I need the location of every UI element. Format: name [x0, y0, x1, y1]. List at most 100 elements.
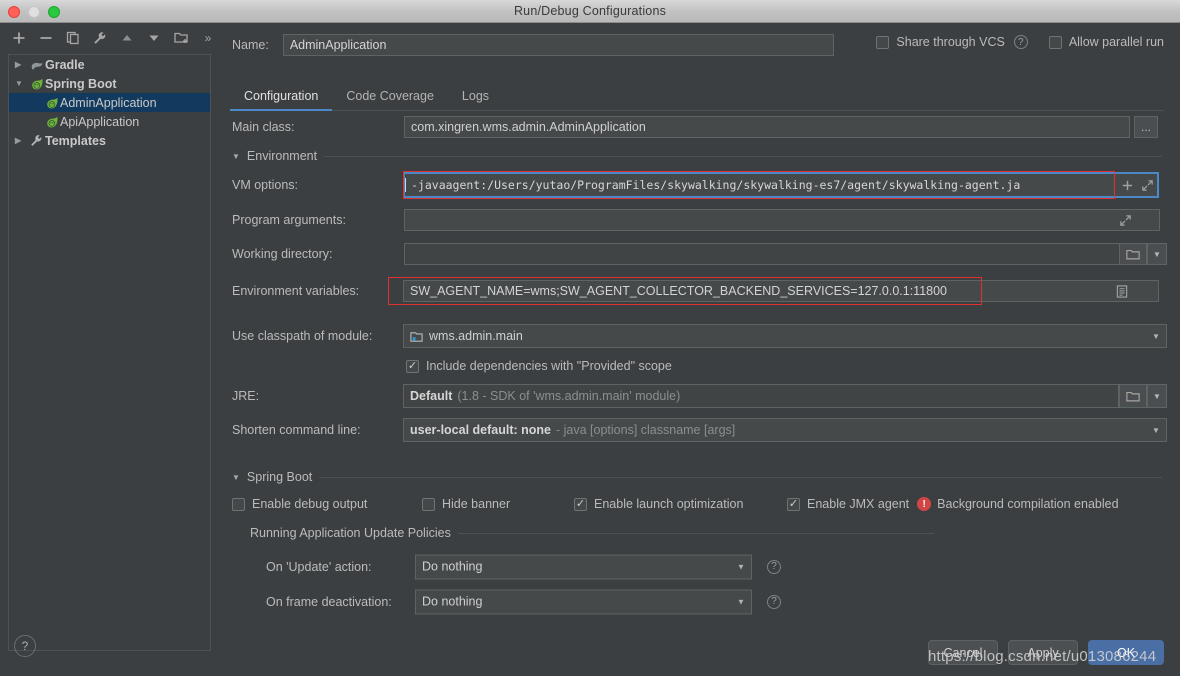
tree-item-label: Gradle: [45, 57, 85, 72]
configuration-form: Main class: com.xingren.wms.admin.AdminA…: [214, 111, 1180, 619]
chevron-down-icon[interactable]: ▼: [731, 555, 751, 578]
include-provided-label: Include dependencies with "Provided" sco…: [426, 359, 672, 373]
share-vcs-help-icon[interactable]: ?: [1013, 35, 1028, 49]
on-update-action-help-icon[interactable]: ?: [767, 559, 781, 574]
checkbox-box[interactable]: [1048, 35, 1062, 49]
wrench-icon[interactable]: [93, 30, 107, 46]
main-class-row: Main class: com.xingren.wms.admin.AdminA…: [214, 111, 1180, 143]
spring-boot-section-header[interactable]: ▼ Spring Boot: [232, 466, 1162, 488]
checkbox-box[interactable]: [406, 359, 419, 373]
on-frame-deactivation-help-icon[interactable]: ?: [767, 594, 781, 609]
editor-tabs: Configuration Code Coverage Logs: [230, 83, 1164, 111]
working-directory-dropdown-button[interactable]: ▼: [1147, 243, 1167, 265]
tree-item-label: Spring Boot: [45, 76, 117, 91]
main-class-browse-button[interactable]: ...: [1134, 116, 1158, 138]
tab-configuration[interactable]: Configuration: [230, 89, 333, 111]
edit-env-vars-icon[interactable]: [1112, 281, 1132, 301]
move-up-icon[interactable]: [120, 30, 134, 46]
jre-combobox[interactable]: Default (1.8 - SDK of 'wms.admin.main' m…: [403, 384, 1119, 408]
module-icon: [410, 330, 423, 343]
jre-hint: (1.8 - SDK of 'wms.admin.main' module): [457, 389, 681, 403]
use-classpath-row: Use classpath of module: wms.admin.main …: [214, 319, 1180, 353]
move-down-icon[interactable]: [147, 30, 161, 46]
tree-item-apiapplication[interactable]: ApiApplication: [9, 112, 210, 131]
share-through-vcs-checkbox[interactable]: Share through VCS: [876, 35, 1005, 49]
shorten-command-line-combobox[interactable]: user-local default: none - java [options…: [403, 418, 1167, 442]
chevron-down-icon[interactable]: ▼: [1146, 325, 1166, 347]
use-classpath-combobox[interactable]: wms.admin.main ▼: [403, 324, 1167, 348]
enable-launch-optimization-label: Enable launch optimization: [594, 497, 744, 511]
maximize-window-button[interactable]: [48, 5, 60, 18]
program-arguments-row: Program arguments:: [214, 203, 1180, 237]
environment-section-header[interactable]: ▼ Environment: [232, 145, 1162, 167]
spring-boot-leaf-icon: [28, 77, 45, 91]
expand-editor-icon[interactable]: [1115, 210, 1135, 230]
shorten-command-line-row: Shorten command line: user-local default…: [214, 413, 1180, 447]
more-options-icon[interactable]: »: [202, 30, 214, 46]
tab-logs[interactable]: Logs: [448, 89, 503, 110]
chevron-right-icon[interactable]: ▶: [15, 60, 28, 69]
allow-parallel-run-checkbox[interactable]: Allow parallel run: [1048, 35, 1164, 49]
working-directory-input[interactable]: [404, 243, 1120, 265]
checkbox-box[interactable]: [422, 497, 435, 511]
environment-variables-value: SW_AGENT_NAME=wms;SW_AGENT_COLLECTOR_BAC…: [410, 284, 948, 298]
title-bar: Run/Debug Configurations: [0, 0, 1180, 23]
tree-item-gradle[interactable]: ▶ Gradle: [9, 55, 210, 74]
tab-code-coverage[interactable]: Code Coverage: [332, 89, 448, 110]
shorten-command-line-value: user-local default: none: [410, 423, 551, 437]
enable-debug-output-checkbox[interactable]: Enable debug output: [232, 497, 422, 511]
checkbox-box[interactable]: [787, 497, 800, 511]
chevron-down-icon[interactable]: ▼: [232, 473, 240, 482]
chevron-down-icon[interactable]: ▼: [1146, 419, 1166, 441]
enable-launch-optimization-checkbox[interactable]: Enable launch optimization: [574, 497, 787, 511]
main-class-input[interactable]: com.xingren.wms.admin.AdminApplication: [404, 116, 1130, 138]
environment-variables-label: Environment variables:: [232, 284, 360, 298]
chevron-down-icon[interactable]: ▼: [15, 79, 28, 88]
jre-label: JRE:: [232, 389, 260, 403]
tree-item-label: AdminApplication: [60, 95, 157, 110]
share-through-vcs-label: Share through VCS: [896, 35, 1005, 49]
update-policies-section-header: Running Application Update Policies: [250, 522, 934, 544]
on-update-action-row: On 'Update' action: Do nothing ▼ ?: [214, 549, 1180, 584]
tree-item-adminapplication[interactable]: AdminApplication: [9, 93, 210, 112]
tree-item-templates[interactable]: ▶ Templates: [9, 131, 210, 150]
configurations-tree[interactable]: ▶ Gradle ▼ Spring Boot AdminApplication …: [8, 54, 211, 651]
close-window-button[interactable]: [8, 5, 20, 18]
expand-editor-icon[interactable]: [1137, 175, 1157, 195]
chevron-right-icon[interactable]: ▶: [15, 136, 28, 145]
enable-jmx-agent-checkbox[interactable]: Enable JMX agent: [787, 497, 909, 511]
name-input[interactable]: AdminApplication: [282, 34, 834, 56]
chevron-down-icon[interactable]: ▼: [731, 590, 751, 613]
program-arguments-input[interactable]: [404, 209, 1160, 231]
checkbox-box[interactable]: [876, 35, 890, 49]
jre-browse-button[interactable]: [1119, 384, 1147, 408]
tree-item-label: Templates: [45, 133, 106, 148]
include-provided-row: Include dependencies with "Provided" sco…: [214, 353, 1180, 379]
vm-options-input[interactable]: -javaagent:/Users/yutao/ProgramFiles/sky…: [405, 178, 1117, 192]
environment-variables-input[interactable]: SW_AGENT_NAME=wms;SW_AGENT_COLLECTOR_BAC…: [403, 280, 1159, 302]
new-folder-icon[interactable]: [174, 30, 189, 46]
on-frame-deactivation-combobox[interactable]: Do nothing ▼: [415, 589, 752, 614]
use-classpath-label: Use classpath of module:: [232, 329, 373, 343]
chevron-down-icon[interactable]: ▼: [232, 152, 240, 161]
hide-banner-checkbox[interactable]: Hide banner: [422, 497, 574, 511]
checkbox-box[interactable]: [232, 497, 245, 511]
jre-dropdown-button[interactable]: ▼: [1147, 384, 1167, 408]
on-update-action-combobox[interactable]: Do nothing ▼: [415, 554, 752, 579]
remove-icon[interactable]: [39, 30, 53, 46]
copy-icon[interactable]: [66, 30, 80, 46]
include-provided-checkbox[interactable]: Include dependencies with "Provided" sco…: [406, 359, 672, 373]
shorten-command-line-hint: - java [options] classname [args]: [556, 423, 736, 437]
minimize-window-button[interactable]: [28, 5, 40, 18]
add-icon[interactable]: [12, 30, 26, 46]
configuration-editor-panel: Name: AdminApplication Share through VCS…: [214, 23, 1180, 676]
add-macro-icon[interactable]: [1117, 175, 1137, 195]
vm-options-field-wrapper[interactable]: -javaagent:/Users/yutao/ProgramFiles/sky…: [403, 171, 1159, 199]
working-directory-browse-button[interactable]: [1119, 243, 1147, 265]
top-checkboxes: Share through VCS ? Allow parallel run: [876, 35, 1164, 49]
gradle-elephant-icon: [28, 58, 45, 72]
name-label: Name:: [232, 38, 269, 52]
spring-boot-section-title: Spring Boot: [246, 470, 313, 484]
checkbox-box[interactable]: [574, 497, 587, 511]
tree-item-spring-boot[interactable]: ▼ Spring Boot: [9, 74, 210, 93]
